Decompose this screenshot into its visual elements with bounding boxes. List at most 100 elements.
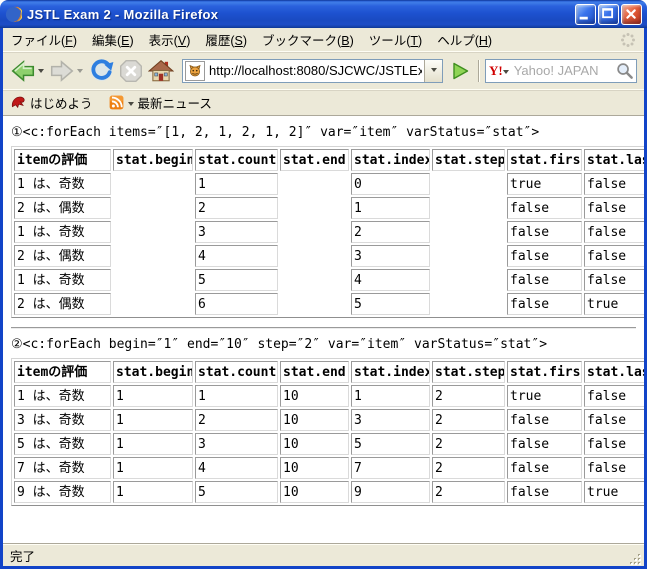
table-cell: 5 xyxy=(195,481,278,503)
minimize-icon xyxy=(576,5,595,24)
url-dropdown-button[interactable] xyxy=(424,60,442,82)
rss-icon xyxy=(109,95,124,110)
table-cell xyxy=(113,293,193,315)
column-header: stat.first xyxy=(507,149,582,171)
search-button[interactable] xyxy=(613,60,635,82)
title-bar: JSTL Exam 2 - Mozilla Firefox xyxy=(0,0,647,28)
table-cell: 1 xyxy=(113,409,193,431)
search-engine-dropdown[interactable] xyxy=(503,70,509,77)
foreach-items-heading: ①<c:forEach items=″[1, 2, 1, 2, 1, 2]″ v… xyxy=(11,125,636,141)
forward-icon xyxy=(49,58,75,84)
table-cell: 2 は、偶数 xyxy=(14,293,111,315)
bookmark-getting-started[interactable]: はじめよう xyxy=(11,93,93,112)
table-cell: true xyxy=(507,385,582,407)
table-cell: 3 xyxy=(351,409,430,431)
horizontal-rule xyxy=(11,327,636,329)
header-row: itemの評価stat.beginstat.countstat.endstat.… xyxy=(14,149,644,171)
table-cell xyxy=(432,269,505,291)
resize-grip-icon[interactable] xyxy=(627,551,642,566)
table-cell: 1 は、奇数 xyxy=(14,385,111,407)
menu-help[interactable]: ヘルプ(H) xyxy=(437,30,492,49)
table-cell: false xyxy=(584,173,644,195)
menu-view[interactable]: 表示(V) xyxy=(149,30,191,49)
forward-button[interactable] xyxy=(47,56,77,86)
table-cell: 10 xyxy=(280,433,349,455)
table-cell: 1 xyxy=(113,385,193,407)
magnifier-icon xyxy=(615,61,634,80)
table-cell: 1 xyxy=(351,385,430,407)
table-cell xyxy=(280,173,349,195)
forward-dropdown-arrow[interactable] xyxy=(77,69,83,76)
table-cell: 10 xyxy=(280,481,349,503)
table-cell: 1 xyxy=(113,457,193,479)
search-input[interactable] xyxy=(512,63,613,78)
bookmarks-toolbar: はじめよう 最新ニュース xyxy=(3,89,644,115)
table-cell: false xyxy=(584,269,644,291)
search-box: Y! xyxy=(485,59,637,83)
foreach-range-table: itemの評価stat.beginstat.countstat.endstat.… xyxy=(11,358,644,506)
bookmark-latest-news[interactable]: 最新ニュース xyxy=(109,93,212,112)
column-header: stat.index xyxy=(351,149,430,171)
menu-edit[interactable]: 編集(E) xyxy=(92,30,134,49)
table-cell: 2 xyxy=(432,457,505,479)
mozilla-dino-icon xyxy=(11,95,26,110)
table-cell: false xyxy=(584,221,644,243)
table-cell xyxy=(432,293,505,315)
table-row: 9 は、奇数151092falsetrue xyxy=(14,481,644,503)
menu-bookmarks[interactable]: ブックマーク(B) xyxy=(262,30,354,49)
reload-button[interactable] xyxy=(86,56,116,86)
table-cell: 1 xyxy=(113,481,193,503)
table-cell xyxy=(432,245,505,267)
url-bar xyxy=(182,59,443,83)
table-cell: false xyxy=(507,409,582,431)
close-button[interactable] xyxy=(621,4,642,25)
column-header: stat.end xyxy=(280,361,349,383)
url-input[interactable] xyxy=(207,63,424,78)
column-header: stat.count xyxy=(195,149,278,171)
minimize-button[interactable] xyxy=(575,4,596,25)
column-header: stat.first xyxy=(507,361,582,383)
table-cell: true xyxy=(507,173,582,195)
table-cell: 2 xyxy=(432,481,505,503)
tomcat-favicon-icon xyxy=(185,61,205,81)
table-cell: 9 xyxy=(351,481,430,503)
table-cell: 1 は、奇数 xyxy=(14,173,111,195)
menu-tools[interactable]: ツール(T) xyxy=(369,30,422,49)
maximize-button[interactable] xyxy=(598,4,619,25)
table-cell: false xyxy=(507,481,582,503)
table-cell: 4 xyxy=(195,457,278,479)
column-header: stat.step xyxy=(432,361,505,383)
table-cell: 1 xyxy=(195,173,278,195)
table-cell xyxy=(280,221,349,243)
table-row: 2 は、偶数65falsetrue xyxy=(14,293,644,315)
table-cell: 0 xyxy=(351,173,430,195)
table-cell: 3 xyxy=(351,245,430,267)
table-row: 7 は、奇数141072falsefalse xyxy=(14,457,644,479)
back-dropdown-arrow[interactable] xyxy=(38,69,44,76)
table-row: 5 は、奇数131052falsefalse xyxy=(14,433,644,455)
go-button[interactable] xyxy=(447,58,473,84)
home-button[interactable] xyxy=(146,56,176,86)
status-text: 完了 xyxy=(10,546,35,565)
table-cell: 5 xyxy=(195,269,278,291)
column-header: stat.last xyxy=(584,361,644,383)
table-cell: 2 xyxy=(432,409,505,431)
table-cell: 2 xyxy=(351,221,430,243)
table-cell: 3 は、奇数 xyxy=(14,409,111,431)
back-button[interactable] xyxy=(8,56,38,86)
back-icon xyxy=(10,58,36,84)
column-header: itemの評価 xyxy=(14,149,111,171)
page-content: ①<c:forEach items=″[1, 2, 1, 2, 1, 2]″ v… xyxy=(3,115,644,543)
column-header: stat.last xyxy=(584,149,644,171)
header-row: itemの評価stat.beginstat.countstat.endstat.… xyxy=(14,361,644,383)
stop-button[interactable] xyxy=(116,56,146,86)
table-cell: false xyxy=(507,197,582,219)
table-cell xyxy=(432,173,505,195)
table-cell xyxy=(280,293,349,315)
menu-history[interactable]: 履歴(S) xyxy=(205,30,247,49)
menu-file[interactable]: ファイル(F) xyxy=(11,30,77,49)
table-row: 1 は、奇数 1 0 truefalse xyxy=(14,173,644,195)
table-cell: false xyxy=(507,221,582,243)
yahoo-logo[interactable]: Y! xyxy=(489,63,503,79)
column-header: stat.count xyxy=(195,361,278,383)
